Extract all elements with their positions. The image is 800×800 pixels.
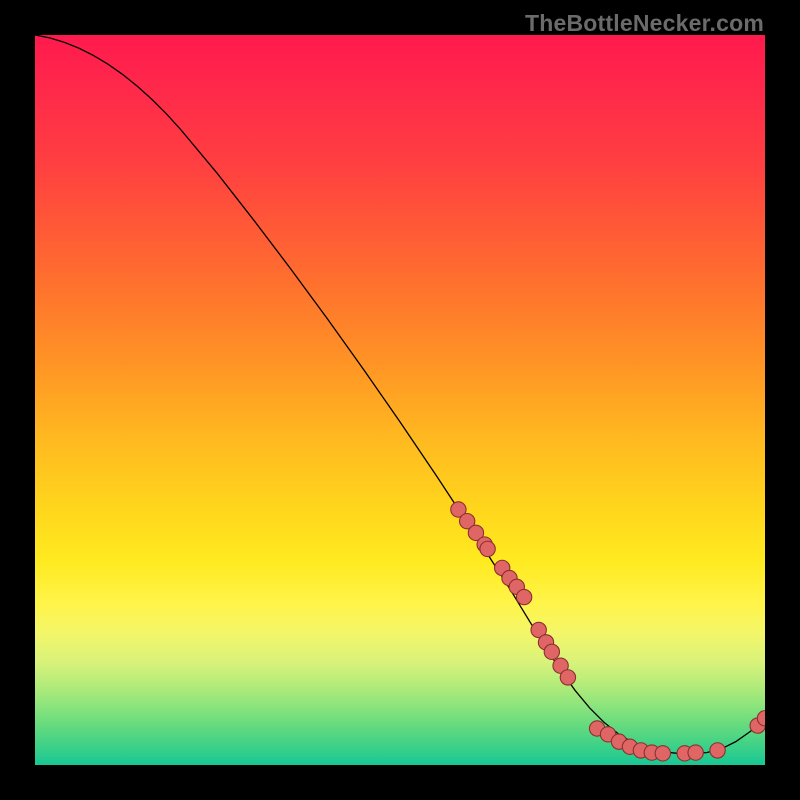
data-point: [516, 589, 531, 604]
data-point: [544, 644, 559, 659]
data-point: [480, 541, 495, 556]
chart-svg: [35, 35, 765, 765]
data-point: [655, 746, 670, 761]
data-markers: [451, 502, 765, 761]
watermark-label: TheBottleNecker.com: [525, 10, 764, 37]
data-point: [560, 670, 575, 685]
data-point: [710, 743, 725, 758]
plot-area: [35, 35, 765, 765]
chart-stage: TheBottleNecker.com: [0, 0, 800, 800]
data-point: [688, 745, 703, 760]
curve-line: [35, 35, 765, 753]
